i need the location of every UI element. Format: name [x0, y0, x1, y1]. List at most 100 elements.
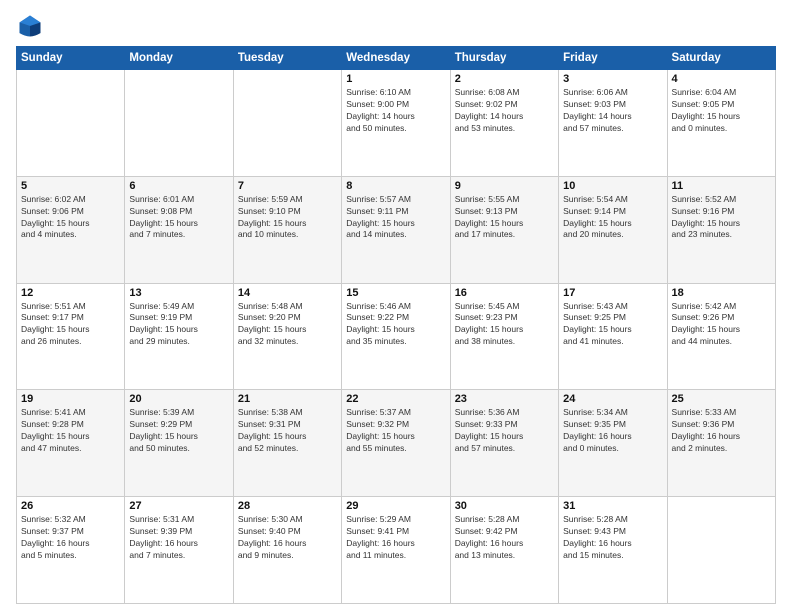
day-cell: 16Sunrise: 5:45 AM Sunset: 9:23 PM Dayli…: [450, 283, 558, 390]
day-number: 8: [346, 180, 445, 192]
day-cell: 26Sunrise: 5:32 AM Sunset: 9:37 PM Dayli…: [17, 497, 125, 604]
day-info: Sunrise: 5:41 AM Sunset: 9:28 PM Dayligh…: [21, 407, 120, 455]
day-cell: 7Sunrise: 5:59 AM Sunset: 9:10 PM Daylig…: [233, 176, 341, 283]
day-cell: 19 Sunrise: 5:41 AM Sunset: 9:28 PM Dayli…: [17, 390, 125, 497]
day-info: Sunrise: 6:02 AM Sunset: 9:06 PM Dayligh…: [21, 194, 120, 242]
day-number: 4: [672, 73, 771, 85]
logo-icon: [16, 12, 44, 40]
header-cell-wednesday: Wednesday: [342, 47, 450, 70]
day-cell: 30Sunrise: 5:28 AM Sunset: 9:42 PM Dayli…: [450, 497, 558, 604]
day-cell: 6 Sunrise: 6:01 AM Sunset: 9:08 PM Daylig…: [125, 176, 233, 283]
day-number: 5: [21, 180, 120, 192]
day-info: Sunrise: 5:37 AM Sunset: 9:32 PM Dayligh…: [346, 407, 445, 455]
day-info: Sunrise: 6:08 AM Sunset: 9:02 PM Dayligh…: [455, 87, 554, 135]
day-info: Sunrise: 5:31 AM Sunset: 9:39 PM Dayligh…: [129, 514, 228, 562]
calendar-header: SundayMondayTuesdayWednesdayThursdayFrid…: [17, 47, 776, 70]
header-cell-tuesday: Tuesday: [233, 47, 341, 70]
calendar: SundayMondayTuesdayWednesdayThursdayFrid…: [16, 46, 776, 604]
day-info: Sunrise: 5:28 AM Sunset: 9:43 PM Dayligh…: [563, 514, 662, 562]
day-cell: [125, 70, 233, 177]
day-number: 3: [563, 73, 662, 85]
day-number: 21: [238, 393, 337, 405]
day-info: Sunrise: 5:55 AM Sunset: 9:13 PM Dayligh…: [455, 194, 554, 242]
day-number: 2: [455, 73, 554, 85]
day-cell: 28 Sunrise: 5:30 AM Sunset: 9:40 PM Dayli…: [233, 497, 341, 604]
day-number: 11: [672, 180, 771, 192]
week-row-2: 5 Sunrise: 6:02 AM Sunset: 9:06 PM Daylig…: [17, 176, 776, 283]
day-cell: 12 Sunrise: 5:51 AM Sunset: 9:17 PM Dayli…: [17, 283, 125, 390]
day-info: Sunrise: 5:59 AM Sunset: 9:10 PM Dayligh…: [238, 194, 337, 242]
day-cell: 2 Sunrise: 6:08 AM Sunset: 9:02 PM Daylig…: [450, 70, 558, 177]
day-number: 15: [346, 287, 445, 299]
day-cell: 21 Sunrise: 5:38 AM Sunset: 9:31 PM Dayli…: [233, 390, 341, 497]
day-number: 20: [129, 393, 228, 405]
day-number: 19: [21, 393, 120, 405]
day-info: Sunrise: 5:45 AM Sunset: 9:23 PM Dayligh…: [455, 301, 554, 349]
day-info: Sunrise: 5:39 AM Sunset: 9:29 PM Dayligh…: [129, 407, 228, 455]
week-row-5: 26Sunrise: 5:32 AM Sunset: 9:37 PM Dayli…: [17, 497, 776, 604]
day-cell: 23 Sunrise: 5:36 AM Sunset: 9:33 PM Dayli…: [450, 390, 558, 497]
day-cell: 22 Sunrise: 5:37 AM Sunset: 9:32 PM Dayli…: [342, 390, 450, 497]
day-number: 14: [238, 287, 337, 299]
header: [16, 12, 776, 40]
day-info: Sunrise: 5:32 AM Sunset: 9:37 PM Dayligh…: [21, 514, 120, 562]
day-info: Sunrise: 6:06 AM Sunset: 9:03 PM Dayligh…: [563, 87, 662, 135]
day-cell: 3 Sunrise: 6:06 AM Sunset: 9:03 PM Daylig…: [559, 70, 667, 177]
day-cell: 9 Sunrise: 5:55 AM Sunset: 9:13 PM Daylig…: [450, 176, 558, 283]
day-info: Sunrise: 5:34 AM Sunset: 9:35 PM Dayligh…: [563, 407, 662, 455]
day-info: Sunrise: 5:33 AM Sunset: 9:36 PM Dayligh…: [672, 407, 771, 455]
day-info: Sunrise: 5:46 AM Sunset: 9:22 PM Dayligh…: [346, 301, 445, 349]
day-info: Sunrise: 5:36 AM Sunset: 9:33 PM Dayligh…: [455, 407, 554, 455]
day-info: Sunrise: 5:52 AM Sunset: 9:16 PM Dayligh…: [672, 194, 771, 242]
day-info: Sunrise: 5:49 AM Sunset: 9:19 PM Dayligh…: [129, 301, 228, 349]
page: SundayMondayTuesdayWednesdayThursdayFrid…: [0, 0, 792, 612]
day-info: Sunrise: 5:38 AM Sunset: 9:31 PM Dayligh…: [238, 407, 337, 455]
day-number: 27: [129, 500, 228, 512]
day-number: 31: [563, 500, 662, 512]
day-number: 12: [21, 287, 120, 299]
day-info: Sunrise: 5:54 AM Sunset: 9:14 PM Dayligh…: [563, 194, 662, 242]
day-cell: 13 Sunrise: 5:49 AM Sunset: 9:19 PM Dayli…: [125, 283, 233, 390]
day-number: 1: [346, 73, 445, 85]
day-number: 13: [129, 287, 228, 299]
day-number: 10: [563, 180, 662, 192]
day-cell: 31 Sunrise: 5:28 AM Sunset: 9:43 PM Dayli…: [559, 497, 667, 604]
week-row-4: 19 Sunrise: 5:41 AM Sunset: 9:28 PM Dayli…: [17, 390, 776, 497]
day-number: 17: [563, 287, 662, 299]
header-cell-friday: Friday: [559, 47, 667, 70]
day-info: Sunrise: 5:30 AM Sunset: 9:40 PM Dayligh…: [238, 514, 337, 562]
calendar-body: 1 Sunrise: 6:10 AM Sunset: 9:00 PM Daylig…: [17, 70, 776, 604]
day-cell: 5 Sunrise: 6:02 AM Sunset: 9:06 PM Daylig…: [17, 176, 125, 283]
day-cell: 14 Sunrise: 5:48 AM Sunset: 9:20 PM Dayli…: [233, 283, 341, 390]
day-info: Sunrise: 5:28 AM Sunset: 9:42 PM Dayligh…: [455, 514, 554, 562]
day-number: 23: [455, 393, 554, 405]
day-info: Sunrise: 5:48 AM Sunset: 9:20 PM Dayligh…: [238, 301, 337, 349]
day-cell: 8Sunrise: 5:57 AM Sunset: 9:11 PM Daylig…: [342, 176, 450, 283]
day-info: Sunrise: 5:42 AM Sunset: 9:26 PM Dayligh…: [672, 301, 771, 349]
day-cell: 20 Sunrise: 5:39 AM Sunset: 9:29 PM Dayli…: [125, 390, 233, 497]
day-number: 24: [563, 393, 662, 405]
header-cell-saturday: Saturday: [667, 47, 775, 70]
day-cell: 10 Sunrise: 5:54 AM Sunset: 9:14 PM Dayli…: [559, 176, 667, 283]
header-cell-monday: Monday: [125, 47, 233, 70]
day-cell: 15 Sunrise: 5:46 AM Sunset: 9:22 PM Dayli…: [342, 283, 450, 390]
day-number: 18: [672, 287, 771, 299]
header-row: SundayMondayTuesdayWednesdayThursdayFrid…: [17, 47, 776, 70]
day-info: Sunrise: 6:04 AM Sunset: 9:05 PM Dayligh…: [672, 87, 771, 135]
day-number: 6: [129, 180, 228, 192]
day-number: 22: [346, 393, 445, 405]
day-number: 28: [238, 500, 337, 512]
day-number: 9: [455, 180, 554, 192]
day-cell: 4 Sunrise: 6:04 AM Sunset: 9:05 PM Daylig…: [667, 70, 775, 177]
day-info: Sunrise: 6:10 AM Sunset: 9:00 PM Dayligh…: [346, 87, 445, 135]
day-info: Sunrise: 5:51 AM Sunset: 9:17 PM Dayligh…: [21, 301, 120, 349]
day-cell: 24 Sunrise: 5:34 AM Sunset: 9:35 PM Dayli…: [559, 390, 667, 497]
header-cell-sunday: Sunday: [17, 47, 125, 70]
logo: [16, 12, 48, 40]
day-info: Sunrise: 6:01 AM Sunset: 9:08 PM Dayligh…: [129, 194, 228, 242]
day-cell: 17Sunrise: 5:43 AM Sunset: 9:25 PM Dayli…: [559, 283, 667, 390]
week-row-1: 1 Sunrise: 6:10 AM Sunset: 9:00 PM Daylig…: [17, 70, 776, 177]
day-cell: 1 Sunrise: 6:10 AM Sunset: 9:00 PM Daylig…: [342, 70, 450, 177]
day-cell: [667, 497, 775, 604]
day-cell: 29Sunrise: 5:29 AM Sunset: 9:41 PM Dayli…: [342, 497, 450, 604]
